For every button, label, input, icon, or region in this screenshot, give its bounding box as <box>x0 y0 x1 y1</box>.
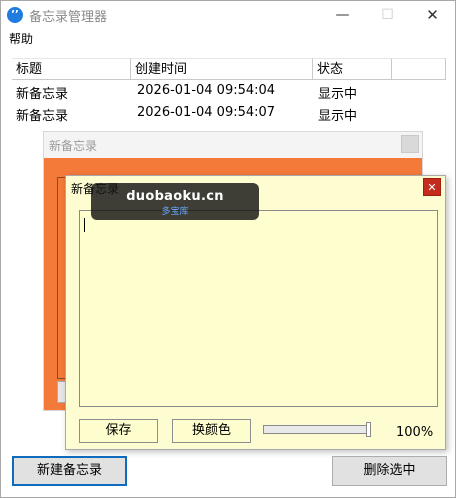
cell-status: 显示中 <box>318 109 358 124</box>
close-icon[interactable]: ✕ <box>423 178 441 196</box>
main-window: ʼʼ 备忘录管理器 — ☐ ✕ 帮助 标题 创建时间 状态 新备忘录 2026-… <box>0 0 456 498</box>
title-bar[interactable]: ʼʼ 备忘录管理器 — ☐ ✕ <box>1 1 455 29</box>
note-close-button[interactable] <box>401 135 419 153</box>
column-header-created[interactable]: 创建时间 <box>131 58 313 80</box>
app-icon: ʼʼ <box>7 7 23 23</box>
notes-list[interactable]: 标题 创建时间 状态 新备忘录 2026-01-04 09:54:04 显示中 … <box>12 58 446 136</box>
cell-title: 新备忘录 <box>16 109 69 124</box>
note-text-area[interactable] <box>79 210 438 407</box>
cell-title: 新备忘录 <box>16 87 69 102</box>
opacity-value: 100% <box>396 425 434 440</box>
close-button[interactable]: ✕ <box>410 1 455 29</box>
minimize-button[interactable]: — <box>320 1 365 29</box>
opacity-slider[interactable] <box>263 422 371 437</box>
save-button[interactable]: 保存 <box>79 419 158 443</box>
column-header-title[interactable]: 标题 <box>12 58 131 80</box>
window-title: 备忘录管理器 <box>29 10 108 25</box>
cell-created: 2026-01-04 09:54:04 <box>137 83 276 98</box>
table-row[interactable]: 新备忘录 2026-01-04 09:54:04 显示中 <box>12 80 446 102</box>
column-header-filler <box>392 58 446 80</box>
column-header-status[interactable]: 状态 <box>313 58 392 80</box>
note-title-bar[interactable]: 新备忘录 <box>44 132 422 158</box>
change-color-button[interactable]: 换颜色 <box>172 419 251 443</box>
delete-selected-button[interactable]: 删除选中 <box>332 456 447 486</box>
text-caret <box>84 218 85 232</box>
watermark-subtext: 多宝库 <box>161 207 189 217</box>
note-title: 新备忘录 <box>49 139 98 153</box>
menu-help[interactable]: 帮助 <box>9 30 33 47</box>
table-row[interactable]: 新备忘录 2026-01-04 09:54:07 显示中 <box>12 102 446 124</box>
opacity-slider-thumb[interactable] <box>366 422 371 437</box>
maximize-button[interactable]: ☐ <box>365 1 410 29</box>
watermark: duobaoku.cn 多宝库 <box>91 183 259 220</box>
cell-created: 2026-01-04 09:54:07 <box>137 105 276 120</box>
cell-status: 显示中 <box>318 87 358 102</box>
watermark-text: duobaoku.cn <box>126 189 224 204</box>
opacity-slider-fill <box>264 426 367 433</box>
menu-bar: 帮助 <box>1 29 455 49</box>
new-note-button[interactable]: 新建备忘录 <box>12 456 127 486</box>
